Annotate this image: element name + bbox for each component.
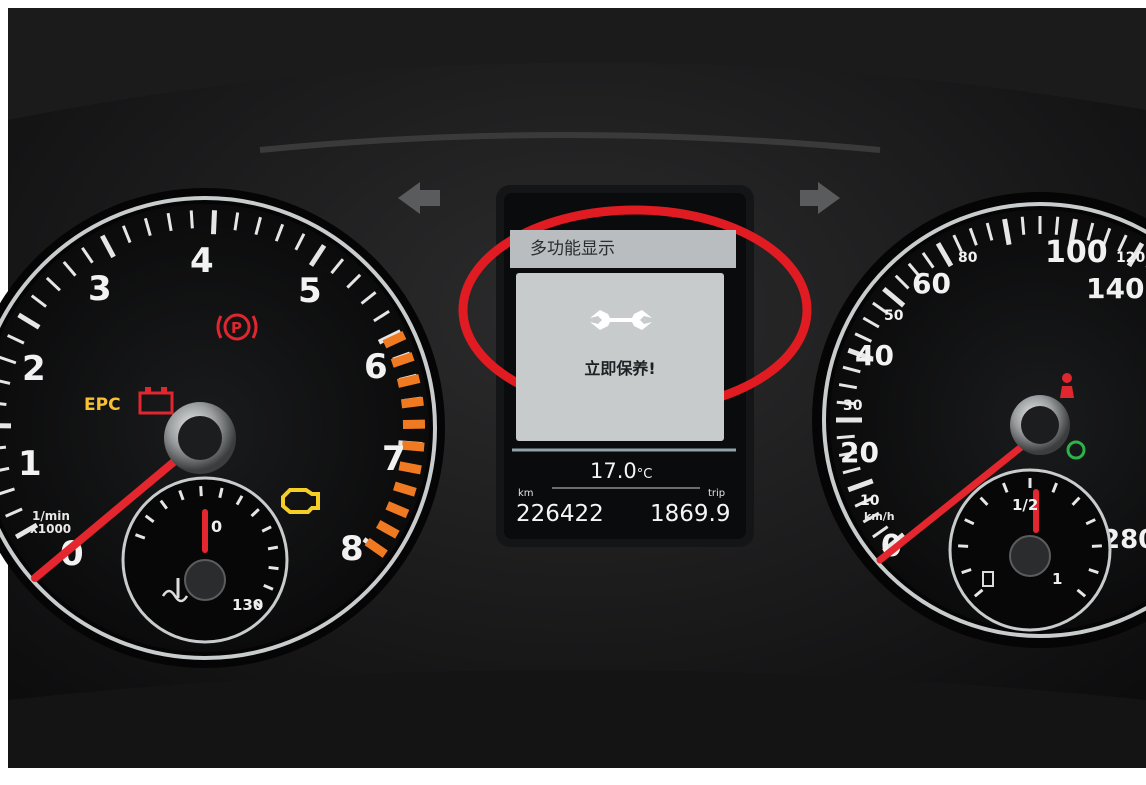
tick-mark <box>398 379 419 384</box>
fuel-full: 1 <box>1052 570 1062 588</box>
speed-number: 20 <box>840 436 879 469</box>
mfd-title: 多功能显示 <box>510 230 736 268</box>
tach-number: 3 <box>88 269 112 309</box>
tick-mark <box>394 486 415 492</box>
speed-number: 10 <box>860 493 880 509</box>
speed-number: 140 <box>1086 272 1144 305</box>
epc-warning-light: EPC <box>84 395 121 415</box>
tick-mark <box>213 210 214 234</box>
coolant-low: 0 <box>211 517 222 536</box>
trip-label: trip <box>708 488 725 499</box>
speed-number: 50 <box>884 308 904 324</box>
fuel-gauge <box>950 470 1110 630</box>
tick-mark <box>201 486 202 496</box>
wrench-icon <box>586 302 656 338</box>
odometer-value: 226422 <box>516 501 604 527</box>
tick-mark <box>268 547 278 549</box>
tick-mark <box>0 447 6 449</box>
odometer-label: km <box>518 488 534 499</box>
tick-mark <box>191 210 192 228</box>
speed-number: 30 <box>843 398 863 414</box>
speed-number: 100 <box>1045 235 1108 270</box>
speed-number: 80 <box>958 250 978 266</box>
tach-number: 2 <box>22 349 46 389</box>
tach-number: 6 <box>364 347 388 387</box>
tick-mark <box>1056 217 1058 235</box>
tach-number: 5 <box>298 271 322 311</box>
speed-number: 40 <box>855 339 894 372</box>
speed-unit: km/h <box>864 510 895 523</box>
outside-temperature: 17.0°C <box>590 459 652 483</box>
speed-number: 120 <box>1116 250 1145 266</box>
tick-mark <box>269 567 279 568</box>
tach-number: 7 <box>382 439 406 479</box>
fuel-half: 1/2 <box>1012 496 1038 514</box>
coolant-gauge <box>123 478 287 642</box>
speed-number: 60 <box>912 267 951 300</box>
tach-number: 1 <box>18 444 42 484</box>
parking-brake-label: P <box>231 319 242 337</box>
maintenance-message: 立即保养! <box>516 355 724 379</box>
coolant-high: 130 <box>232 596 263 614</box>
tach-unit-line1: 1/min <box>32 509 70 523</box>
tach-number: 4 <box>190 241 214 281</box>
tick-mark <box>402 401 424 404</box>
tach-number: 8 <box>340 529 364 569</box>
tick-mark <box>958 546 968 547</box>
temperature-value: 17.0 <box>590 459 637 483</box>
trip-value: 1869.9 <box>650 501 730 527</box>
tach-unit-line2: x1000 <box>30 522 71 536</box>
tick-mark <box>1092 546 1102 547</box>
temperature-unit: °C <box>637 467 653 482</box>
tick-mark <box>1022 217 1024 235</box>
